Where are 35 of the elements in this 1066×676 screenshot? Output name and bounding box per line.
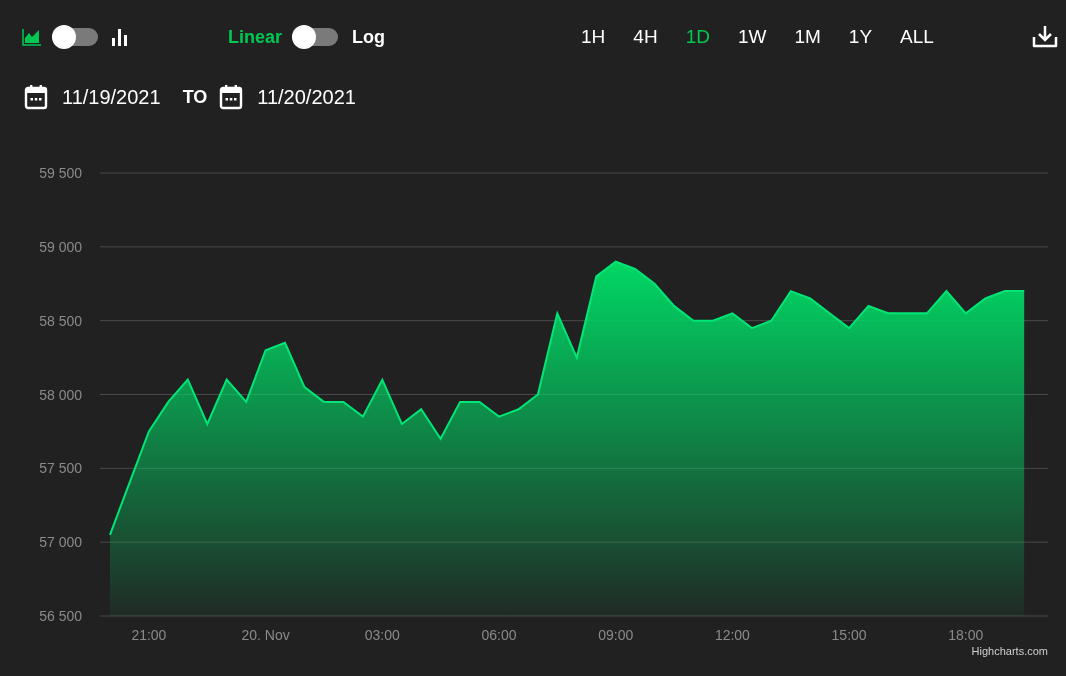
toggle-switch[interactable] — [52, 28, 98, 46]
range-tab[interactable]: 4H — [623, 18, 668, 56]
x-axis-label: 18:00 — [948, 627, 984, 643]
linear-label: Linear — [228, 25, 283, 49]
to-label: TO — [182, 85, 208, 109]
y-axis-label: 57 500 — [39, 460, 82, 477]
calendar-icon[interactable] — [219, 84, 244, 110]
x-axis-label: 20. Nov — [241, 627, 290, 643]
x-axis-label: 06:00 — [481, 627, 517, 643]
toggle-switch[interactable] — [292, 28, 339, 46]
area-chart-icon[interactable] — [22, 28, 42, 46]
range-tab[interactable]: 1D — [675, 18, 720, 56]
x-axis-label: 03:00 — [364, 627, 400, 643]
end-date[interactable]: 11/20/2021 — [257, 82, 356, 112]
y-axis-label: 57 000 — [39, 534, 82, 551]
y-axis-label: 59 500 — [39, 165, 82, 181]
download-icon[interactable] — [1032, 25, 1058, 49]
range-tab[interactable]: 1H — [571, 18, 616, 56]
y-axis-label: 58 000 — [39, 386, 82, 403]
chart-credit[interactable]: Highcharts.com — [971, 645, 1048, 657]
calendar-icon[interactable] — [24, 84, 48, 110]
range-tab[interactable]: ALL — [890, 18, 944, 56]
x-axis-label: 15:00 — [831, 627, 867, 643]
y-axis-label: 59 000 — [39, 238, 82, 255]
bar-chart-icon[interactable] — [112, 28, 128, 46]
range-tab[interactable]: 1W — [727, 18, 777, 56]
y-axis-label: 56 500 — [39, 608, 82, 624]
log-label: Log — [352, 25, 386, 49]
range-tab[interactable]: 1M — [784, 18, 831, 56]
range-tab[interactable]: 1Y — [838, 18, 883, 56]
start-date[interactable]: 11/19/2021 — [62, 82, 161, 112]
y-axis-label: 58 500 — [39, 312, 82, 329]
x-axis-label: 12:00 — [714, 627, 750, 643]
x-axis-label: 21:00 — [131, 627, 167, 643]
x-axis-label: 09:00 — [598, 627, 634, 643]
